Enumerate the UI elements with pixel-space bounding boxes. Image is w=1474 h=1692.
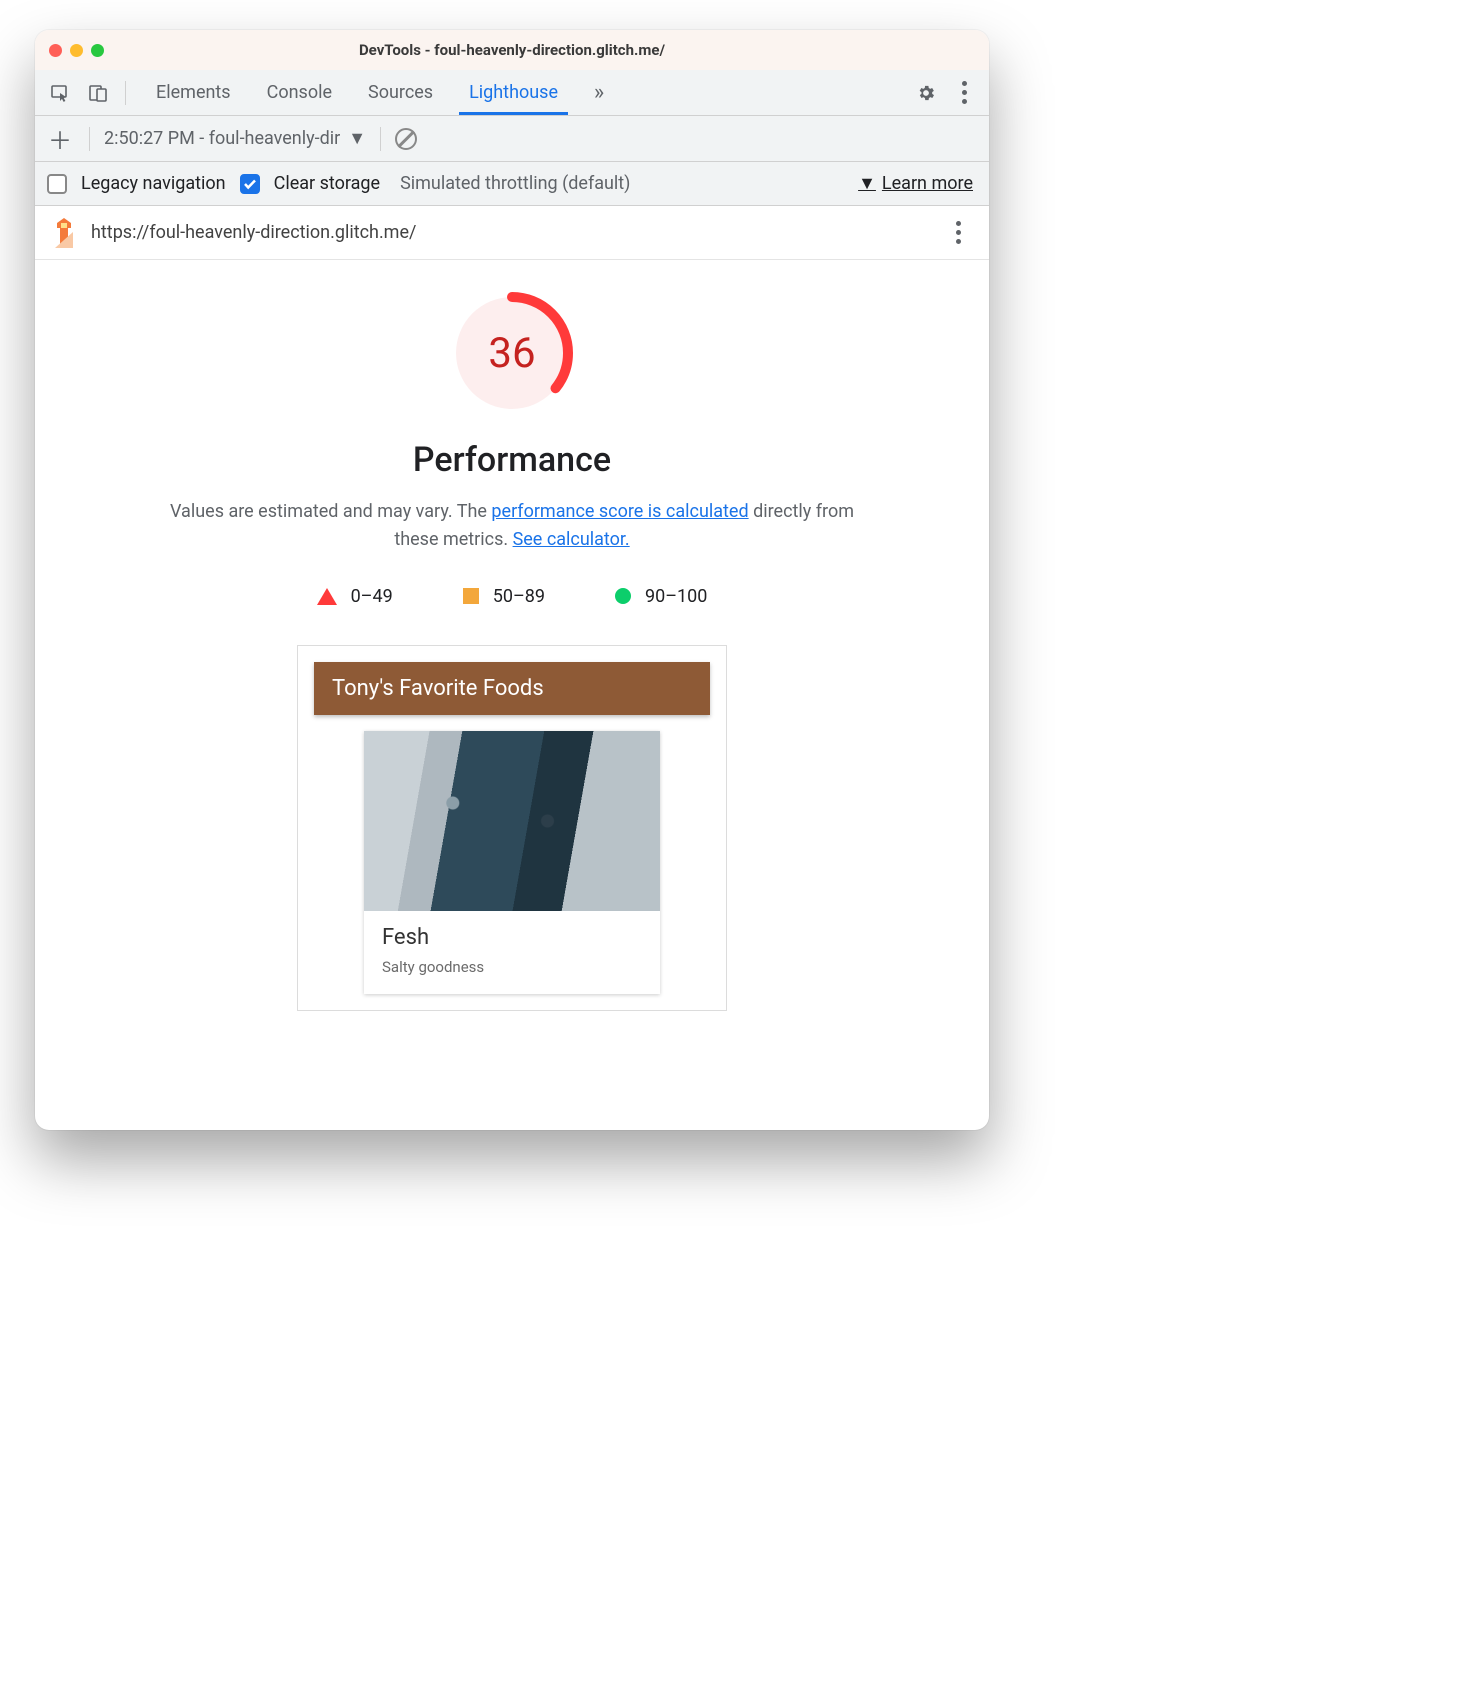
settings-gear-icon[interactable] bbox=[911, 78, 941, 108]
page-screenshot-thumbnail: Tony's Favorite Foods Fesh Salty goodnes… bbox=[297, 645, 727, 1011]
window-title: DevTools - foul-heavenly-direction.glitc… bbox=[35, 41, 989, 59]
food-subtitle: Salty goodness bbox=[382, 958, 642, 976]
legend-label: 0–49 bbox=[351, 586, 393, 607]
lighthouse-subbar: ＋ 2:50:27 PM - foul-heavenly-dir ▼ bbox=[35, 116, 989, 162]
throttling-label: Simulated throttling (default) bbox=[400, 173, 630, 194]
tab-console[interactable]: Console bbox=[249, 70, 350, 115]
triangle-icon bbox=[317, 588, 337, 605]
legend-mid: 50–89 bbox=[463, 586, 545, 607]
square-icon bbox=[463, 588, 479, 604]
more-menu-icon[interactable] bbox=[949, 78, 979, 108]
legend-label: 90–100 bbox=[645, 586, 707, 607]
tab-label: Elements bbox=[156, 82, 231, 103]
legacy-navigation-label: Legacy navigation bbox=[81, 173, 226, 194]
tab-label: Console bbox=[267, 82, 332, 103]
report-select-label: 2:50:27 PM - foul-heavenly-dir bbox=[104, 128, 340, 149]
lighthouse-icon bbox=[51, 218, 77, 248]
inspect-element-icon[interactable] bbox=[45, 78, 75, 108]
legend-high: 90–100 bbox=[615, 586, 707, 607]
thumbnail-header: Tony's Favorite Foods bbox=[314, 662, 710, 715]
food-title: Fesh bbox=[382, 925, 642, 950]
clear-storage-checkbox[interactable] bbox=[240, 174, 260, 194]
clear-storage-label: Clear storage bbox=[274, 173, 380, 194]
separator bbox=[125, 81, 126, 105]
devtools-tabrow: Elements Console Sources Lighthouse » bbox=[35, 70, 989, 116]
lighthouse-options-bar: Legacy navigation Clear storage Simulate… bbox=[35, 162, 989, 206]
performance-gauge: 36 bbox=[35, 288, 989, 418]
learn-more-link[interactable]: ▼ Learn more bbox=[858, 173, 973, 194]
lighthouse-url-bar: https://foul-heavenly-direction.glitch.m… bbox=[35, 206, 989, 260]
panel-tabs: Elements Console Sources Lighthouse bbox=[138, 70, 576, 115]
food-image bbox=[364, 731, 660, 911]
see-calculator-link[interactable]: See calculator. bbox=[513, 529, 630, 550]
close-window-button[interactable] bbox=[49, 44, 62, 57]
zoom-window-button[interactable] bbox=[91, 44, 104, 57]
tab-label: Sources bbox=[368, 82, 433, 103]
new-report-button[interactable]: ＋ bbox=[45, 121, 75, 156]
chevron-down-icon: ▼ bbox=[858, 173, 876, 194]
food-card: Fesh Salty goodness bbox=[364, 731, 660, 994]
report-url: https://foul-heavenly-direction.glitch.m… bbox=[91, 222, 929, 243]
device-toolbar-icon[interactable] bbox=[83, 78, 113, 108]
window-titlebar: DevTools - foul-heavenly-direction.glitc… bbox=[35, 30, 989, 70]
more-tabs-icon[interactable]: » bbox=[584, 78, 614, 108]
tab-label: Lighthouse bbox=[469, 82, 558, 103]
tab-lighthouse[interactable]: Lighthouse bbox=[451, 70, 576, 115]
tab-sources[interactable]: Sources bbox=[350, 70, 451, 115]
separator bbox=[89, 127, 90, 151]
separator bbox=[380, 127, 381, 151]
category-title: Performance bbox=[35, 440, 989, 480]
chevron-down-icon: ▼ bbox=[348, 128, 366, 149]
score-legend: 0–49 50–89 90–100 bbox=[35, 586, 989, 607]
circle-icon bbox=[615, 588, 631, 604]
score-calc-link[interactable]: performance score is calculated bbox=[491, 501, 748, 522]
legend-low: 0–49 bbox=[317, 586, 393, 607]
tab-elements[interactable]: Elements bbox=[138, 70, 249, 115]
learn-more-label: Learn more bbox=[882, 173, 973, 194]
minimize-window-button[interactable] bbox=[70, 44, 83, 57]
performance-score: 36 bbox=[447, 288, 577, 418]
report-menu-icon[interactable] bbox=[943, 218, 973, 248]
legacy-navigation-checkbox[interactable] bbox=[47, 174, 67, 194]
window-controls bbox=[49, 44, 104, 57]
lighthouse-report: 36 Performance Values are estimated and … bbox=[35, 260, 989, 1130]
score-description: Values are estimated and may vary. The p… bbox=[152, 498, 872, 554]
clear-report-icon[interactable] bbox=[395, 128, 417, 150]
desc-text: Values are estimated and may vary. The bbox=[170, 501, 491, 522]
legend-label: 50–89 bbox=[493, 586, 545, 607]
devtools-window: DevTools - foul-heavenly-direction.glitc… bbox=[35, 30, 989, 1130]
report-select[interactable]: 2:50:27 PM - foul-heavenly-dir ▼ bbox=[104, 128, 366, 149]
